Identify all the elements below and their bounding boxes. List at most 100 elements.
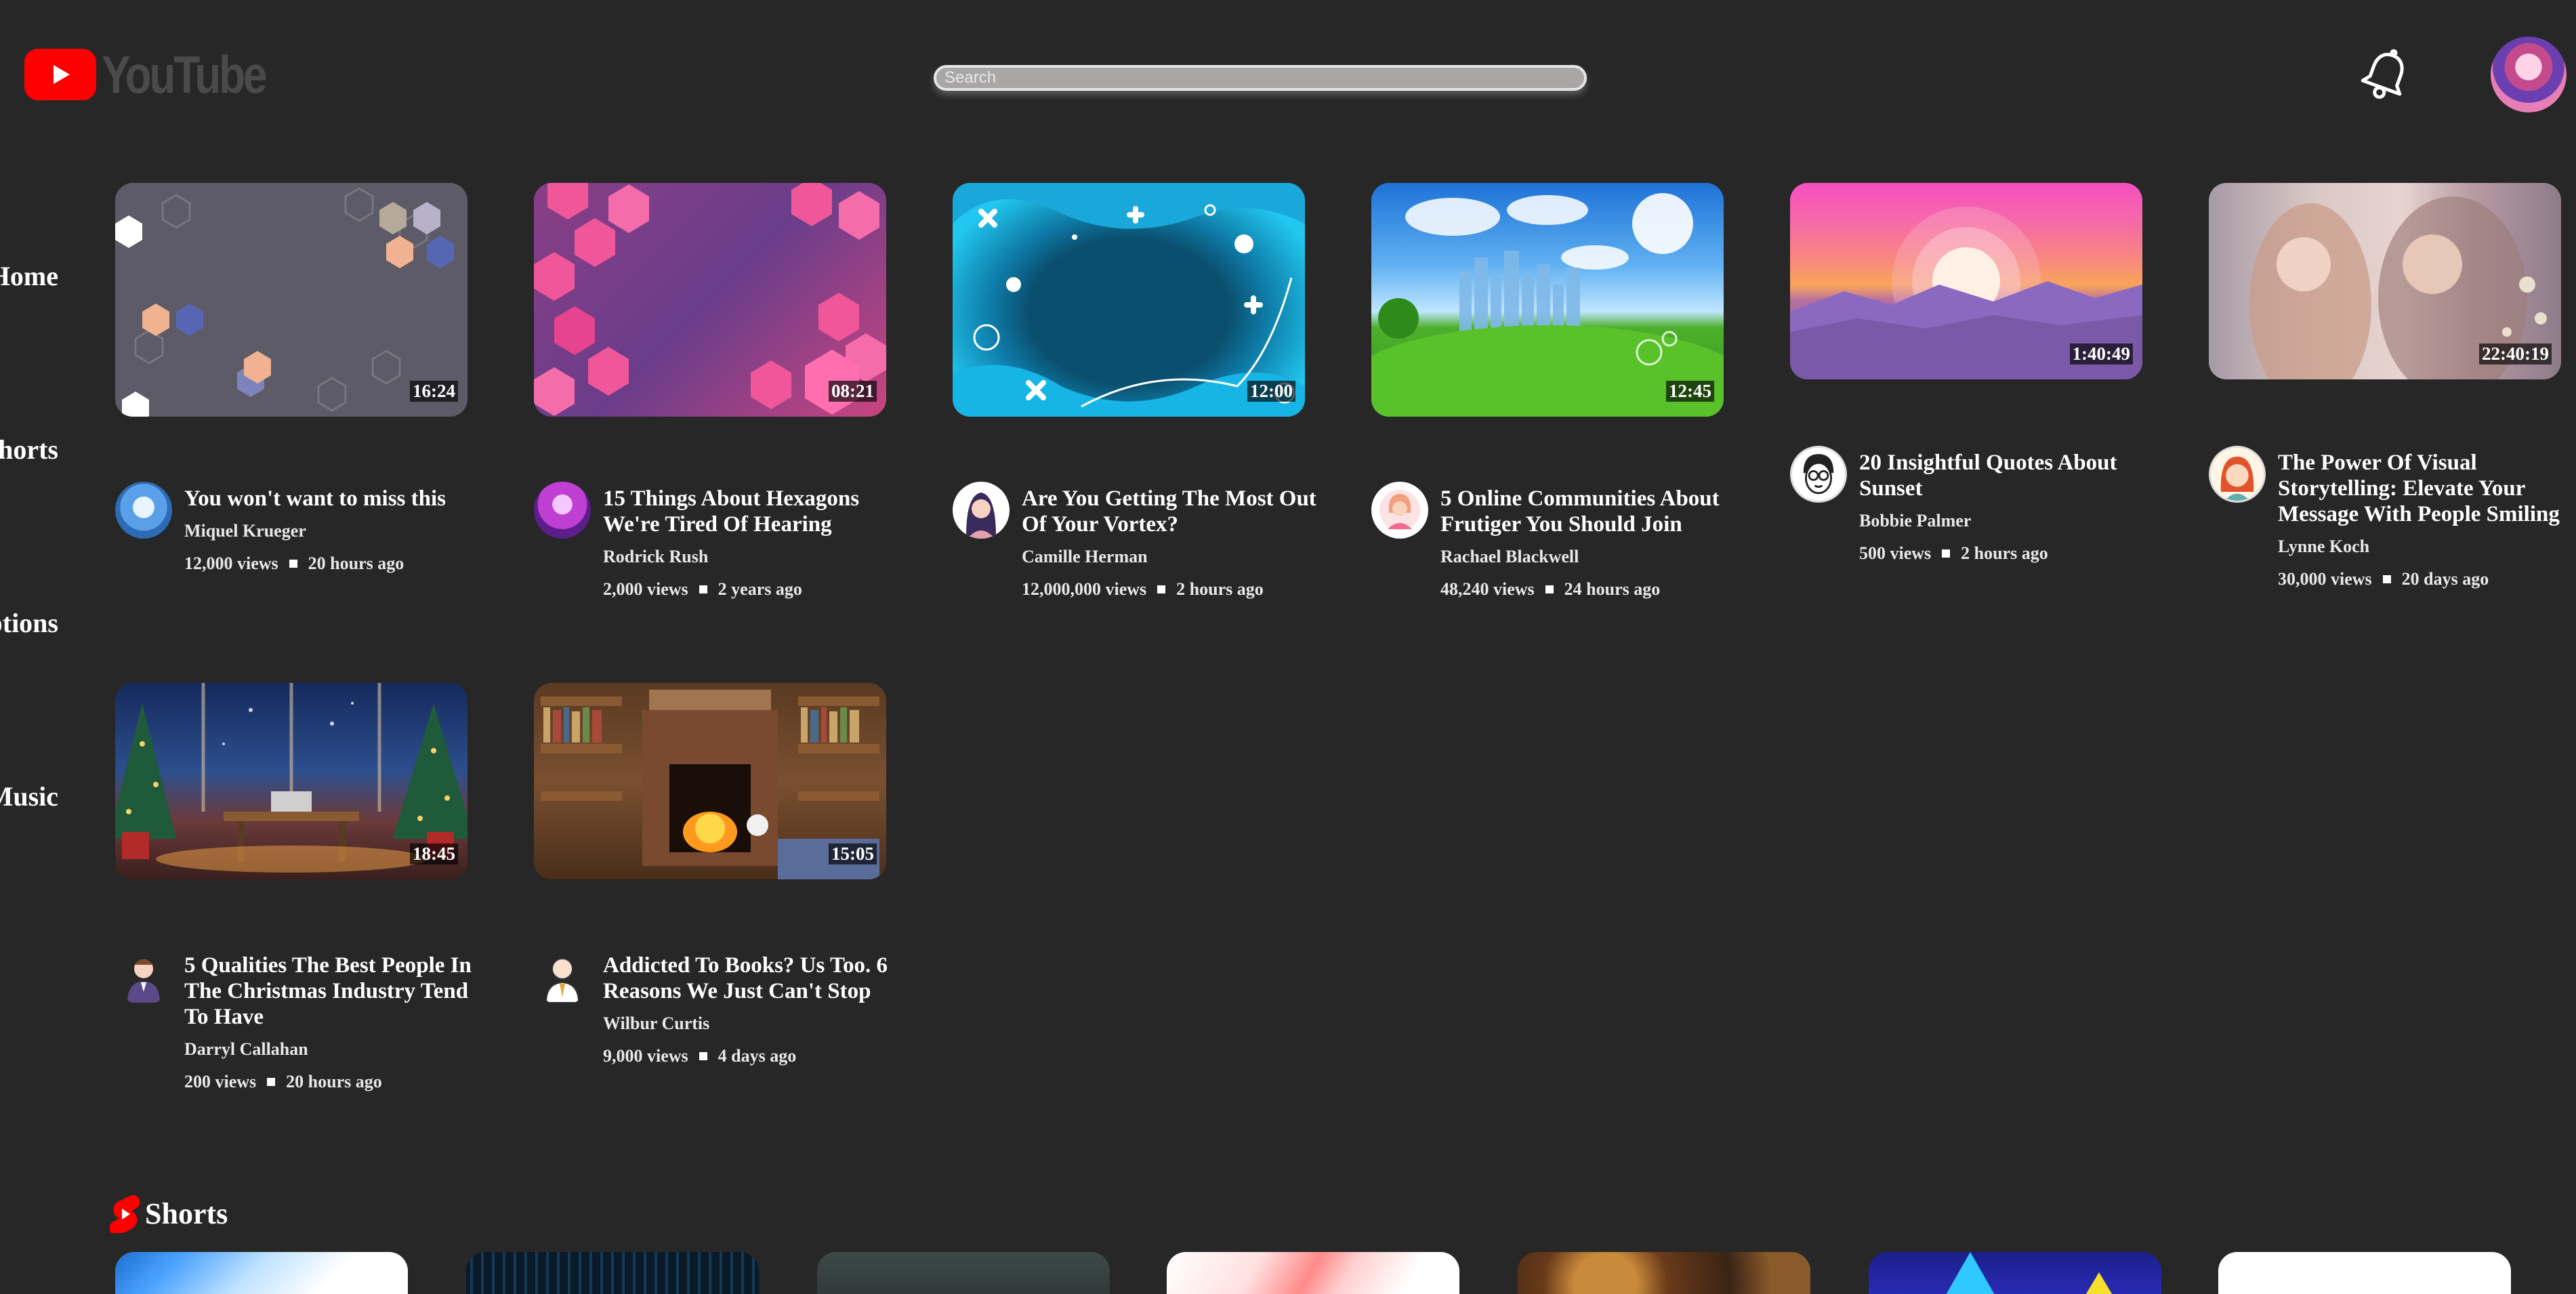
video-duration: 22:40:19	[2479, 343, 2552, 364]
shorts-label: Shorts	[145, 1196, 228, 1230]
video-title[interactable]: 5 Qualities The Best People In The Chris…	[184, 953, 482, 1030]
video-stats: 48,240 views 24 hours ago	[1440, 579, 1724, 600]
video-thumbnail[interactable]: 15:05	[534, 683, 886, 879]
video-stats: 500 views 2 hours ago	[1859, 543, 2142, 564]
bald-man-avatar-icon	[545, 958, 580, 1003]
short-tile[interactable]	[115, 1252, 408, 1294]
logo-text: YouTube	[102, 44, 267, 104]
upload-age: 4 days ago	[718, 1046, 797, 1066]
channel-name[interactable]: Bobbie Palmer	[1859, 511, 2142, 531]
sidebar-item-music[interactable]: Music	[0, 780, 58, 812]
glasses-man-avatar-icon	[1803, 454, 1834, 495]
separator-dot	[267, 1078, 276, 1086]
separator-dot	[289, 560, 297, 568]
separator-dot	[699, 585, 707, 593]
video-thumbnail[interactable]: 1:40:49	[1790, 183, 2142, 379]
short-tile[interactable]	[2218, 1252, 2511, 1294]
video-title[interactable]: 20 Insightful Quotes About Sunset	[1859, 450, 2157, 501]
video-card[interactable]: 08:21 15 Things About Hexagons We're Tir…	[534, 183, 886, 600]
channel-name[interactable]: Wilbur Curtis	[603, 1014, 886, 1034]
channel-avatar[interactable]	[115, 482, 172, 539]
channel-name[interactable]: Lynne Koch	[2278, 537, 2561, 557]
channel-avatar[interactable]	[1371, 482, 1428, 539]
video-duration: 1:40:49	[2069, 343, 2133, 364]
channel-name[interactable]: Rodrick Rush	[603, 547, 886, 567]
view-count: 12,000 views	[184, 554, 278, 573]
separator-dot	[1942, 549, 1951, 558]
video-title[interactable]: The Power Of Visual Storytelling: Elevat…	[2278, 450, 2576, 527]
sidebar-item-label: Subscriptions	[0, 608, 58, 638]
channel-name[interactable]: Miquel Krueger	[184, 521, 468, 541]
video-thumbnail[interactable]: 22:40:19	[2209, 183, 2561, 379]
view-count: 30,000 views	[2278, 569, 2372, 589]
search-input[interactable]	[934, 65, 1587, 91]
video-duration: 12:45	[1666, 381, 1714, 402]
sidebar-item-label: Shorts	[0, 434, 58, 465]
notifications-bell-icon[interactable]	[2355, 45, 2416, 106]
user-avatar[interactable]	[2491, 37, 2567, 112]
channel-avatar[interactable]	[1790, 446, 1847, 503]
video-duration: 18:45	[410, 843, 458, 864]
youtube-logo[interactable]: YouTube	[24, 45, 301, 104]
channel-avatar[interactable]	[115, 948, 172, 1005]
short-tile[interactable]	[1167, 1252, 1459, 1294]
view-count: 12,000,000 views	[1022, 579, 1147, 599]
video-card[interactable]: 18:45 5 Qualities The Best People In The…	[115, 683, 472, 1092]
video-stats: 2,000 views 2 years ago	[603, 579, 886, 600]
video-duration: 16:24	[410, 381, 458, 402]
video-stats: 9,000 views 4 days ago	[603, 1046, 886, 1066]
separator-dot	[2382, 575, 2391, 583]
channel-avatar[interactable]	[534, 482, 591, 539]
sidebar-item-home[interactable]: Home	[0, 260, 58, 292]
video-card[interactable]: 12:45 5 Online Communities About Frutige…	[1371, 183, 1724, 600]
short-tile[interactable]	[817, 1252, 1110, 1294]
upload-age: 2 hours ago	[1176, 579, 1264, 599]
upload-age: 20 days ago	[2401, 569, 2489, 589]
short-tile[interactable]	[466, 1252, 759, 1294]
video-card[interactable]: 1:40:49 20 Insightful Quotes About Sunse…	[1790, 183, 2142, 564]
redhead-avatar-icon	[2220, 457, 2254, 501]
sidebar-item-label: Music	[0, 781, 58, 812]
channel-avatar[interactable]	[953, 482, 1010, 539]
video-title[interactable]: Are You Getting The Most Out Of Your Vor…	[1022, 486, 1320, 537]
short-tile[interactable]	[1518, 1252, 1810, 1294]
video-duration: 08:21	[829, 381, 877, 402]
upload-age: 2 hours ago	[1961, 543, 2048, 563]
upload-age: 2 years ago	[718, 579, 802, 599]
channel-avatar[interactable]	[534, 948, 591, 1005]
video-thumbnail[interactable]: 08:21	[534, 183, 886, 417]
video-title[interactable]: 5 Online Communities About Frutiger You …	[1440, 486, 1739, 537]
channel-name[interactable]: Rachael Blackwell	[1440, 547, 1724, 567]
person-avatar-icon	[1379, 490, 1420, 530]
sidebar-item-subscriptions[interactable]: Subscriptions	[0, 607, 58, 639]
video-thumbnail[interactable]: 12:00	[953, 183, 1305, 417]
channel-avatar[interactable]	[2209, 446, 2266, 503]
youtube-home: YouTube Home Shorts Subscriptions Music	[0, 0, 2576, 1294]
video-title[interactable]: Addicted To Books? Us Too. 6 Reasons We …	[603, 953, 901, 1004]
upload-age: 24 hours ago	[1564, 579, 1661, 599]
view-count: 2,000 views	[603, 579, 688, 599]
video-duration: 15:05	[829, 843, 877, 864]
video-stats: 12,000 views 20 hours ago	[184, 554, 468, 574]
video-thumbnail[interactable]: 16:24	[115, 183, 468, 417]
shorts-logo-icon	[109, 1195, 140, 1233]
woman-avatar-icon	[966, 493, 996, 539]
short-tile[interactable]	[1869, 1252, 2161, 1294]
video-title[interactable]: 15 Things About Hexagons We're Tired Of …	[603, 486, 901, 537]
sidebar-item-shorts[interactable]: Shorts	[0, 434, 58, 465]
shorts-section-header: Shorts	[108, 1194, 228, 1233]
video-card[interactable]: 22:40:19 The Power Of Visual Storytellin…	[2209, 183, 2561, 589]
view-count: 48,240 views	[1440, 579, 1535, 599]
video-stats: 200 views 20 hours ago	[184, 1072, 468, 1092]
video-thumbnail[interactable]: 18:45	[115, 683, 468, 879]
video-stats: 12,000,000 views 2 hours ago	[1022, 579, 1305, 600]
video-card[interactable]: 16:24 You won't want to miss this Miquel…	[115, 183, 468, 574]
video-card[interactable]: 12:00 Are You Getting The Most Out Of Yo…	[953, 183, 1316, 600]
sidebar-item-label: Home	[0, 261, 58, 291]
video-card[interactable]: 15:05 Addicted To Books? Us Too. 6 Reaso…	[534, 683, 888, 1066]
video-title[interactable]: You won't want to miss this	[184, 486, 482, 512]
channel-name[interactable]: Camille Herman	[1022, 547, 1305, 567]
video-thumbnail[interactable]: 12:45	[1371, 183, 1724, 417]
channel-name[interactable]: Darryl Callahan	[184, 1039, 468, 1060]
play-logo-icon	[24, 49, 96, 100]
